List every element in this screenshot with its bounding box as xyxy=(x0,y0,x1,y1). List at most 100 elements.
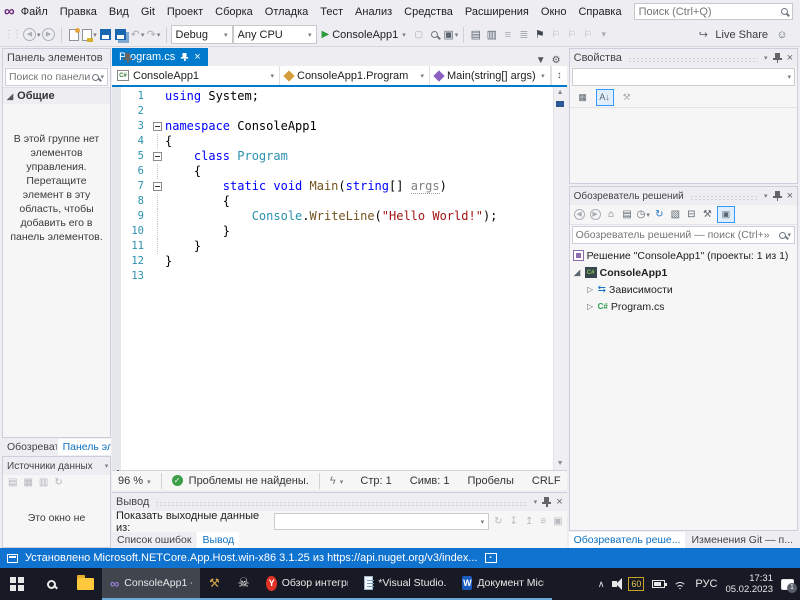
editor-options-gear-icon[interactable]: ⚙ xyxy=(552,55,561,66)
navigate-to-icon[interactable]: ▣ ▾ xyxy=(443,26,459,44)
output-close-icon[interactable]: × xyxy=(556,496,562,508)
tree-item-dependencies[interactable]: ▷ ⇆ Зависимости xyxy=(570,281,797,298)
collapsed-arrow-icon[interactable]: ▷ xyxy=(586,302,595,311)
show-hidden-icons-chevron[interactable]: ∧ xyxy=(598,579,605,590)
toolbox-search-box[interactable]: ▾ xyxy=(5,68,108,86)
find-in-files-icon[interactable] xyxy=(427,26,443,44)
taskbar-clock[interactable]: 17:31 05.02.2023 xyxy=(725,573,773,595)
property-pages-icon[interactable]: ⚒ xyxy=(618,89,636,106)
tab-pin-icon[interactable] xyxy=(181,53,189,61)
solution-configuration-dropdown[interactable]: Debug ▾ xyxy=(170,25,233,44)
taskbar-notepad-button[interactable]: *Visual Studio.txt – ... xyxy=(356,568,455,600)
pending-changes-filter-icon[interactable]: ◷ ▾ xyxy=(637,206,650,224)
status-line-ending[interactable]: CRLF xyxy=(532,475,561,487)
add-item-icon[interactable]: ▾ xyxy=(82,26,98,44)
start-debugging-button[interactable]: ▶ ConsoleApp1 ▾ xyxy=(317,25,411,45)
taskbar-tools-app-button[interactable]: ⚒ xyxy=(200,568,229,600)
scroll-up-icon[interactable]: ▲ xyxy=(557,87,564,99)
toolbox-group-general[interactable]: ◢ Общие xyxy=(3,87,110,104)
edit-data-source-icon[interactable]: ▦ xyxy=(23,477,32,488)
breakpoint-margin[interactable] xyxy=(112,87,121,470)
code-actions-icon[interactable]: ϟ ▾ xyxy=(330,475,343,487)
file-explorer-button[interactable] xyxy=(68,568,102,600)
toolbar-grip[interactable]: ⋮⋮ xyxy=(4,29,22,40)
next-bookmark-icon[interactable]: ⚐ xyxy=(564,26,580,44)
background-task-icon[interactable]: ▪ xyxy=(484,553,497,563)
battery-percent-indicator[interactable]: 60 xyxy=(628,577,645,591)
solution-search-box[interactable]: ▾ xyxy=(571,226,795,244)
taskbar-visual-studio-button[interactable]: ∞ ConsoleApp1 - Mic... xyxy=(102,568,200,600)
fold-collapse-icon[interactable] xyxy=(153,182,162,191)
categorized-view-icon[interactable]: ▦ xyxy=(574,89,592,106)
tab-solution-explorer[interactable]: Обозреватель реше... xyxy=(568,532,686,548)
quick-search-input[interactable] xyxy=(638,5,781,18)
menu-view[interactable]: Вид xyxy=(103,4,135,20)
taskbar-skull-app-button[interactable]: ☠ xyxy=(228,568,259,600)
volume-icon[interactable] xyxy=(612,578,623,590)
configure-data-source-icon[interactable]: ▥ xyxy=(39,477,48,488)
menu-edit[interactable]: Правка xyxy=(54,4,103,20)
tree-item-project[interactable]: ◢ C# ConsoleApp1 xyxy=(570,264,797,281)
clear-bookmarks-icon[interactable]: ⚐ xyxy=(580,26,596,44)
start-button[interactable] xyxy=(0,568,34,600)
collapse-all-icon[interactable]: ⊟ xyxy=(685,206,698,224)
action-center-icon[interactable]: 1 xyxy=(781,578,797,593)
menu-debug[interactable]: Отладка xyxy=(259,4,314,20)
home-icon[interactable]: ⌂ xyxy=(605,206,618,224)
properties-pin-icon[interactable] xyxy=(772,53,782,63)
quick-search-box[interactable] xyxy=(633,3,793,20)
battery-icon[interactable] xyxy=(652,580,668,588)
refresh-icon[interactable]: ↻ xyxy=(653,206,666,224)
add-data-source-icon[interactable]: ▤ xyxy=(8,477,17,488)
alphabetical-sort-icon[interactable]: A↓ xyxy=(595,88,614,106)
status-indentation[interactable]: Пробелы xyxy=(467,475,513,487)
next-message-icon[interactable]: ↥ xyxy=(525,516,533,527)
properties-close-icon[interactable]: × xyxy=(787,52,793,64)
menu-tools[interactable]: Средства xyxy=(398,4,459,20)
taskbar-browser-button[interactable]: Y Обзор интегриров... xyxy=(258,568,357,600)
properties-header[interactable]: Свойства ▾ × xyxy=(569,49,797,67)
solution-explorer-pin-icon[interactable] xyxy=(772,191,782,201)
output-header[interactable]: Вывод ▾ × xyxy=(112,493,567,511)
editor-vertical-scrollbar[interactable]: ▲ ▼ xyxy=(552,87,567,470)
toolbox-search-input[interactable] xyxy=(9,71,93,83)
status-column-number[interactable]: Симв: 1 xyxy=(410,475,450,487)
increase-indent-icon[interactable]: ≣ xyxy=(516,26,532,44)
back-icon[interactable]: ◀ xyxy=(573,206,586,224)
solution-platform-dropdown[interactable]: Any CPU ▾ xyxy=(232,25,317,44)
collapsed-arrow-icon[interactable]: ▷ xyxy=(586,285,595,294)
code-editor[interactable]: 1 using System; 2 3 namespace ConsoleApp1 … xyxy=(112,87,567,470)
clear-output-icon[interactable]: ≡ xyxy=(540,516,546,527)
language-indicator[interactable]: РУС xyxy=(695,578,717,590)
navigate-forward-icon[interactable]: ▶ xyxy=(41,26,57,44)
nested-file-icon[interactable]: ▧ xyxy=(669,206,682,224)
live-share-button[interactable]: ↪ Live Share xyxy=(695,26,768,44)
menu-build[interactable]: Сборка xyxy=(209,4,259,20)
toolbox-header[interactable]: Панель элементов ▾ × xyxy=(3,49,144,67)
toolbox-pin-icon[interactable] xyxy=(123,53,133,63)
save-all-icon[interactable] xyxy=(114,26,130,44)
zoom-dropdown[interactable]: 96 % ▾ xyxy=(118,475,151,487)
tab-server-explorer[interactable]: Обозревате... xyxy=(2,439,57,455)
previous-message-icon[interactable]: ↧ xyxy=(510,516,518,527)
scroll-down-icon[interactable]: ▼ xyxy=(557,458,564,470)
navigate-back-icon[interactable]: ◀ ▾ xyxy=(23,26,41,44)
fold-collapse-icon[interactable] xyxy=(153,122,162,131)
feedback-icon[interactable]: ☺ xyxy=(774,26,790,44)
preview-selected-items-icon[interactable]: ▣ xyxy=(716,206,735,223)
member-dropdown[interactable]: Main(string[] args) ▾ xyxy=(430,66,551,85)
menu-test[interactable]: Тест xyxy=(314,4,349,20)
menu-project[interactable]: Проект xyxy=(161,4,209,20)
tab-output[interactable]: Вывод xyxy=(197,532,240,548)
properties-wrench-icon[interactable]: ⚒ xyxy=(701,206,714,224)
taskbar-search-button[interactable] xyxy=(34,568,68,600)
uncomment-selection-icon[interactable]: ▥ xyxy=(484,26,500,44)
type-dropdown[interactable]: ConsoleApp1.Program ▾ xyxy=(280,66,430,85)
menu-window[interactable]: Окно xyxy=(535,4,573,20)
toggle-bookmark-icon[interactable]: ⚑ xyxy=(532,26,548,44)
menu-git[interactable]: Git xyxy=(135,4,161,20)
decrease-indent-icon[interactable]: ≡ xyxy=(500,26,516,44)
solution-search-input[interactable] xyxy=(575,229,780,241)
tab-error-list[interactable]: Список ошибок xyxy=(112,532,197,548)
toolbar-overflow-icon[interactable]: ▾ xyxy=(596,26,612,44)
